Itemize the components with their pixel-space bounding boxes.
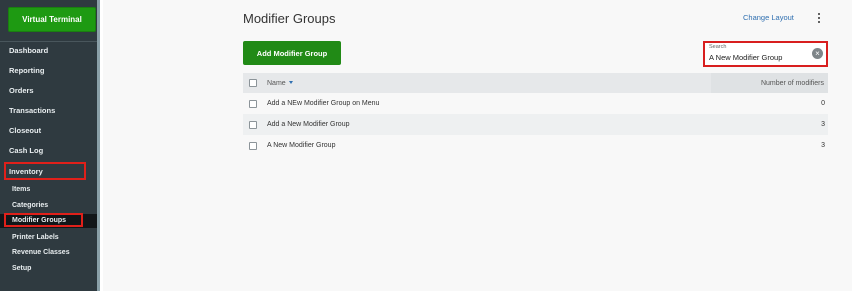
row-count: 0 [821, 100, 825, 107]
column-header-name-label: Name [267, 79, 286, 87]
sidebar-item-orders[interactable]: Orders [0, 83, 97, 99]
sidebar-subitem-categories[interactable]: Categories [0, 199, 97, 213]
sidebar-item-reporting[interactable]: Reporting [0, 63, 97, 79]
virtual-terminal-button[interactable]: Virtual Terminal [8, 7, 96, 32]
sidebar-item-dashboard[interactable]: Dashboard [0, 43, 97, 59]
row-name: Add a New Modifier Group [267, 121, 350, 128]
sidebar-subitem-setup[interactable]: Setup [0, 262, 97, 276]
row-name: A New Modifier Group [267, 142, 336, 149]
sidebar-subitem-items[interactable]: Items [0, 183, 97, 197]
row-checkbox[interactable] [249, 141, 257, 150]
sidebar-divider [0, 41, 97, 42]
table-row[interactable]: Add a NEw Modifier Group on Menu 0 [243, 93, 828, 114]
select-all-checkbox[interactable] [249, 79, 257, 87]
table-header: Name Number of modifiers [243, 73, 828, 93]
sort-caret-icon [288, 81, 293, 85]
table-row[interactable]: A New Modifier Group 3 [243, 135, 828, 156]
change-layout-link[interactable]: Change Layout [743, 13, 794, 22]
sidebar-subitem-printer-labels[interactable]: Printer Labels [0, 231, 97, 245]
kebab-menu-icon[interactable] [815, 11, 823, 25]
sidebar-item-closeout[interactable]: Closeout [0, 123, 97, 139]
page-title: Modifier Groups [243, 11, 336, 26]
sidebar-item-transactions[interactable]: Transactions [0, 103, 97, 119]
add-modifier-group-button[interactable]: Add Modifier Group [243, 41, 341, 65]
row-checkbox[interactable] [249, 120, 257, 129]
search-label: Search [709, 44, 727, 50]
sidebar-subitem-revenue-classes[interactable]: Revenue Classes [0, 246, 97, 260]
modifier-groups-table: Name Number of modifiers Add a NEw Modif… [243, 73, 828, 156]
sidebar-top: Virtual Terminal [0, 0, 97, 38]
search-input[interactable] [709, 53, 809, 62]
row-checkbox[interactable] [249, 99, 257, 108]
column-header-count[interactable]: Number of modifiers [761, 80, 824, 87]
sidebar-item-cash-log[interactable]: Cash Log [0, 143, 97, 159]
row-count: 3 [821, 121, 825, 128]
sidebar: Virtual Terminal Dashboard Reporting Ord… [0, 0, 100, 291]
main-content: Modifier Groups Change Layout Add Modifi… [103, 0, 852, 291]
row-name: Add a NEw Modifier Group on Menu [267, 100, 380, 107]
clear-icon[interactable]: × [812, 48, 823, 59]
table-row[interactable]: Add a New Modifier Group 3 [243, 114, 828, 135]
row-count: 3 [821, 142, 825, 149]
sidebar-item-inventory[interactable]: Inventory [0, 164, 97, 180]
column-header-name[interactable]: Name [267, 80, 293, 87]
sidebar-subitem-modifier-groups[interactable]: Modifier Groups [0, 214, 97, 228]
search-field[interactable]: Search × [703, 41, 828, 67]
